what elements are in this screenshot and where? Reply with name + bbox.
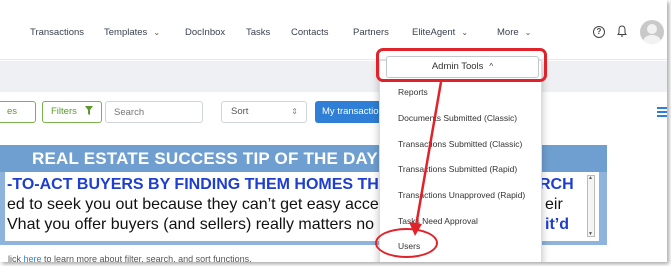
filters-button[interactable]: Filters [42,101,102,123]
nav-more-label: More [497,27,519,38]
nav-templates-label: Templates [104,27,148,38]
my-transactions-button[interactable]: My transactio [315,101,385,123]
banner-line-1: -TO-ACT BUYERS BY FINDING THEM HOMES THE [7,176,390,193]
list-view-icon[interactable] [657,107,667,117]
menu-item-documents-submitted-classic[interactable]: Documents Submitted (Classic) [398,113,517,123]
filters-label: Filters [51,106,77,117]
menu-item-tasks-need-approval[interactable]: Tasks Need Approval [398,216,478,226]
users-highlight-circle [375,228,438,258]
nav-transactions[interactable]: Transactions [30,27,84,38]
nav-eliteagent[interactable]: EliteAgent ⌄ [412,27,468,38]
banner-title: REAL ESTATE SUCCESS TIP OF THE DAY [32,149,378,168]
funnel-icon [84,106,93,115]
menu-item-transactions-submitted-classic[interactable]: Transactions Submitted (Classic) [398,139,522,149]
bell-icon[interactable] [617,25,627,38]
subheader-band [0,61,667,92]
menu-item-transactions-unapproved-rapid[interactable]: Transactions Unapproved (Rapid) [398,190,525,200]
nav-templates[interactable]: Templates ⌄ [104,27,160,38]
top-navigation-bar: Transactions Templates ⌄ DocInbox Tasks C… [0,0,667,60]
user-avatar[interactable] [640,20,664,44]
filter-toolbar: es Filters Sort ⇕ My transactio [0,92,667,142]
search-input[interactable] [105,101,203,123]
nav-contacts[interactable]: Contacts [291,27,329,38]
admin-tools-highlight-box [376,48,547,82]
banner-line-1-end: RCH [539,176,574,193]
banner-line-3: Vhat you offer buyers (and sellers) real… [7,216,392,233]
nav-docinbox[interactable]: DocInbox [185,27,225,38]
banner-line-2-end: eir [545,196,563,213]
sort-select[interactable]: Sort ⇕ [221,101,307,123]
menu-item-reports[interactable]: Reports [398,87,428,97]
banner-line-2: ed to seek you out because they can’t ge… [7,196,387,213]
help-link[interactable]: here [24,254,42,262]
nav-tasks[interactable]: Tasks [246,27,270,38]
sort-arrows-icon: ⇕ [291,107,298,116]
chevron-down-icon: ⌄ [524,28,532,37]
banner-line-3-end: it’d [545,216,569,233]
help-text: lick here to learn more about filter, se… [8,254,252,262]
question-circle-icon[interactable]: ? [593,26,605,38]
chevron-down-icon: ⌄ [461,28,469,37]
banner-scrollbar[interactable] [587,175,595,237]
nav-partners[interactable]: Partners [353,27,389,38]
partial-green-button[interactable]: es [0,101,36,123]
nav-eliteagent-label: EliteAgent [412,27,456,38]
menu-item-transactions-submitted-rapid[interactable]: Transactions Submitted (Rapid) [398,164,517,174]
nav-more[interactable]: More ⌄ [497,27,531,38]
chevron-down-icon: ⌄ [153,28,161,37]
help-prefix: lick [8,254,24,262]
app-window: Transactions Templates ⌄ DocInbox Tasks C… [0,0,667,262]
sort-label: Sort [231,106,249,117]
help-suffix: to learn more about filter, search, and … [41,254,252,262]
